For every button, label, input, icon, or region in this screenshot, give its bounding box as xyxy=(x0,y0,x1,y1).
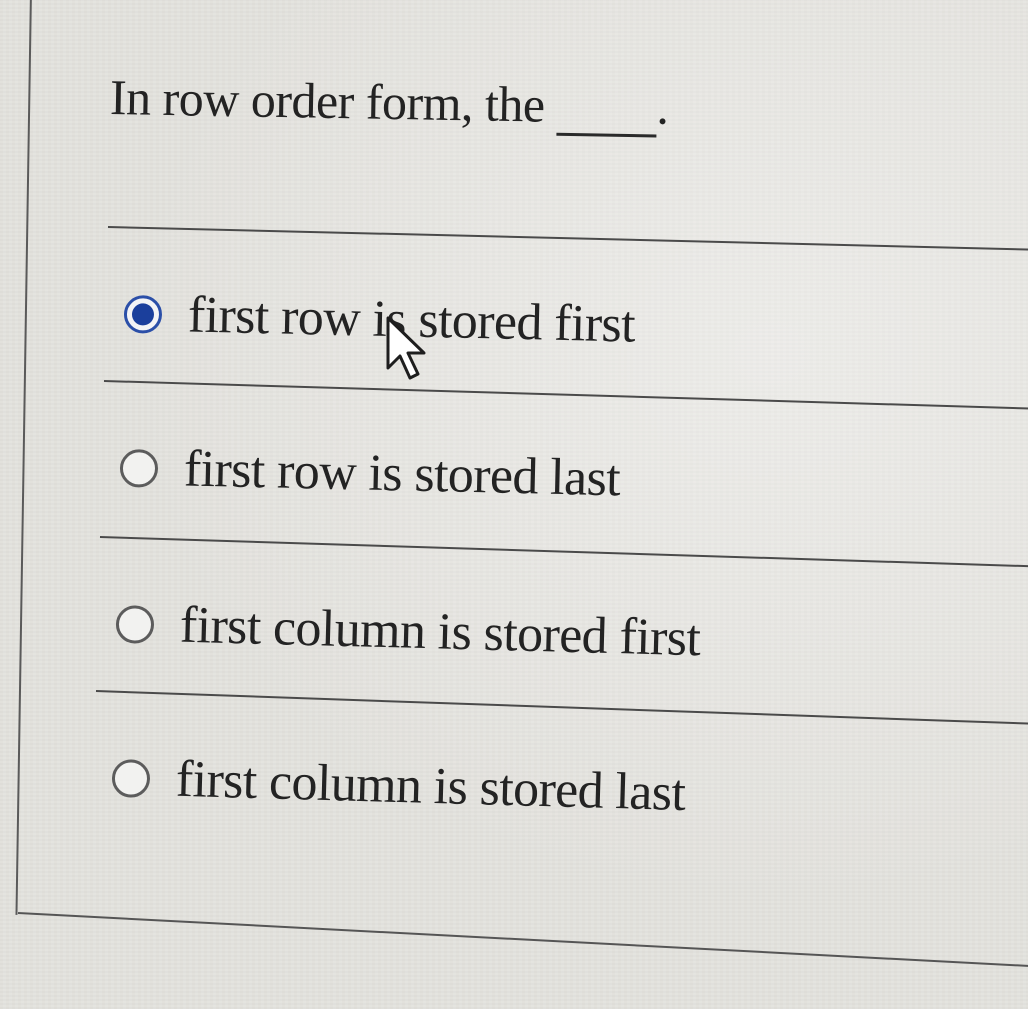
divider xyxy=(107,226,1028,251)
question-text: In row order form, the xyxy=(109,69,546,133)
option-first-row-stored-first[interactable]: first row is stored first xyxy=(123,284,636,355)
radio-button[interactable] xyxy=(115,604,155,644)
divider xyxy=(95,690,1028,725)
option-label: first column is stored last xyxy=(175,750,687,823)
option-first-row-stored-last[interactable]: first row is stored last xyxy=(119,438,621,508)
option-label: first row is stored first xyxy=(187,286,636,354)
panel-bottom-border xyxy=(17,912,1028,968)
panel-left-border xyxy=(15,0,32,915)
radio-button-selected[interactable] xyxy=(123,294,163,334)
divider xyxy=(99,536,1028,568)
question-panel: In row order form, the. first row is sto… xyxy=(0,0,1028,1009)
option-first-column-stored-last[interactable]: first column is stored last xyxy=(111,748,686,823)
question-prompt: In row order form, the. xyxy=(109,68,670,138)
answer-blank xyxy=(556,132,657,138)
option-label: first row is stored last xyxy=(183,440,621,508)
option-first-column-stored-first[interactable]: first column is stored first xyxy=(115,594,701,668)
option-label: first column is stored first xyxy=(179,596,702,668)
question-end-punctuation: . xyxy=(656,78,670,135)
radio-button[interactable] xyxy=(119,448,159,488)
radio-button[interactable] xyxy=(111,758,151,798)
divider xyxy=(103,380,1028,410)
